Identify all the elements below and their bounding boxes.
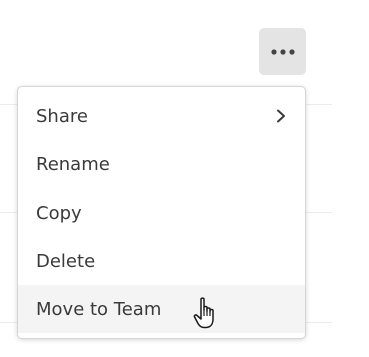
- menu-item-delete[interactable]: Delete: [18, 237, 305, 285]
- menu-item-label: Rename: [36, 153, 110, 175]
- menu-item-label: Delete: [36, 250, 96, 272]
- menu-item-share[interactable]: Share: [18, 92, 305, 140]
- menu-item-label: Share: [36, 105, 88, 127]
- menu-item-move-to-team[interactable]: Move to Team: [18, 285, 305, 333]
- menu-item-label: Move to Team: [36, 298, 162, 320]
- more-horizontal-icon: [270, 48, 295, 55]
- menu-item-rename[interactable]: Rename: [18, 140, 305, 188]
- hand-pointer-icon: [192, 296, 218, 330]
- menu-item-label: Copy: [36, 202, 82, 224]
- chevron-right-icon: [275, 109, 287, 123]
- context-menu: Share Rename Copy Delete Move to Team: [17, 86, 306, 339]
- menu-item-copy[interactable]: Copy: [18, 189, 305, 237]
- more-options-button[interactable]: [259, 28, 306, 75]
